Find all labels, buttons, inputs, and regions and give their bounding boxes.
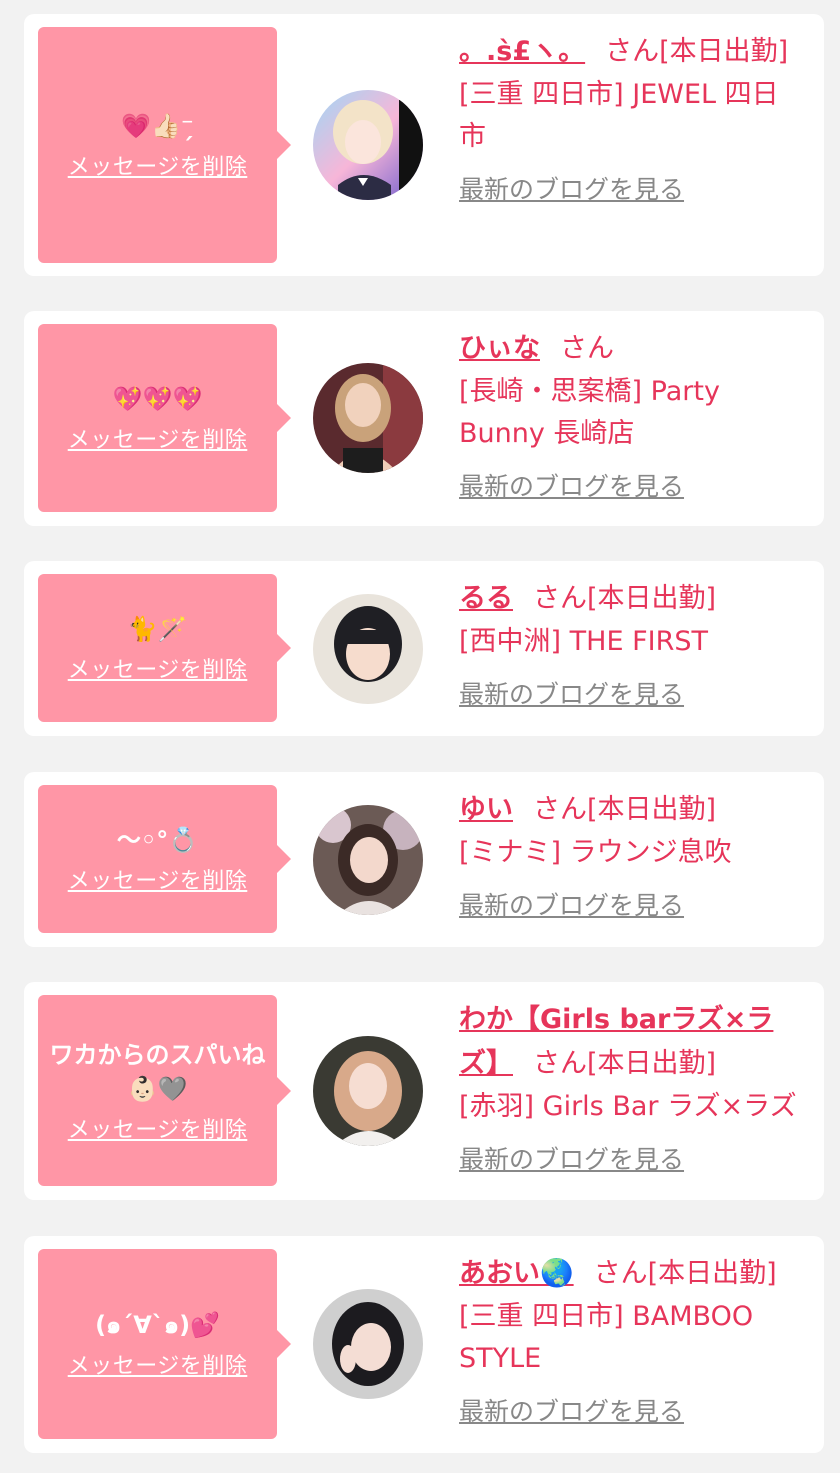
name-line: 。.ꜱ̀£ヽ。 さん[本日出勤] <box>459 30 798 74</box>
avatar[interactable] <box>313 1289 423 1399</box>
name-line: ゆい さん[本日出勤] <box>459 788 798 832</box>
delete-message-link[interactable]: メッセージを削除 <box>68 1348 248 1380</box>
honorific-status: さん[本日出勤] <box>533 794 717 825</box>
message-text: ワカからのスパいね👶🏻🩶 <box>49 1040 266 1103</box>
honorific-status: さん[本日出勤] <box>605 36 789 67</box>
delete-message-link[interactable]: メッセージを削除 <box>68 1112 248 1144</box>
latest-blog-link[interactable]: 最新のブログを見る <box>459 1392 684 1428</box>
name-line: るる さん[本日出勤] <box>459 577 798 621</box>
message-card: (๑´∀`๑)💕 メッセージを削除 あおい🌏 さん[本日出勤] [三重 四日市] … <box>24 1236 824 1453</box>
profile-info: ひぃな さん [長崎・思案橋] Party Bunny 長崎店 最新のブログを見る <box>459 327 798 503</box>
message-text: (๑´∀`๑)💕 <box>95 1311 220 1339</box>
delete-message-link[interactable]: メッセージを削除 <box>68 652 248 684</box>
message-bubble: 🐈🪄 メッセージを削除 <box>38 574 277 722</box>
latest-blog-link[interactable]: 最新のブログを見る <box>459 467 684 503</box>
profile-info: あおい🌏 さん[本日出勤] [三重 四日市] BAMBOO STYLE 最新のブロ… <box>459 1252 798 1428</box>
message-text: 💖💖💖 <box>112 385 203 413</box>
shop-info: [三重 四日市] JEWEL 四日市 <box>459 79 779 152</box>
name-line: ひぃな さん <box>459 327 798 371</box>
profile-name-link[interactable]: ゆい <box>459 794 513 825</box>
message-bubble: (๑´∀`๑)💕 メッセージを削除 <box>38 1249 277 1439</box>
message-bubble: 💖💖💖 メッセージを削除 <box>38 324 277 512</box>
avatar[interactable] <box>313 594 423 704</box>
shop-info: [赤羽] Girls Bar ラズ×ラズ <box>459 1091 797 1122</box>
latest-blog-link[interactable]: 最新のブログを見る <box>459 886 684 922</box>
profile-name-link[interactable]: あおい🌏 <box>459 1258 574 1289</box>
honorific-status: さん[本日出勤] <box>533 583 717 614</box>
delete-message-link[interactable]: メッセージを削除 <box>68 422 248 454</box>
profile-name-link[interactable]: ひぃな <box>459 333 540 364</box>
avatar[interactable] <box>313 1036 423 1146</box>
latest-blog-link[interactable]: 最新のブログを見る <box>459 1140 684 1176</box>
delete-message-link[interactable]: メッセージを削除 <box>68 863 248 895</box>
shop-info: [西中洲] THE FIRST <box>459 626 708 657</box>
profile-info: 。.ꜱ̀£ヽ。 さん[本日出勤] [三重 四日市] JEWEL 四日市 最新のブロ… <box>459 30 798 206</box>
latest-blog-link[interactable]: 最新のブログを見る <box>459 675 684 711</box>
message-text: 🐈🪄 <box>127 615 188 643</box>
avatar[interactable] <box>313 805 423 915</box>
delete-message-link[interactable]: メッセージを削除 <box>68 149 248 181</box>
honorific-status: さん[本日出勤] <box>533 1048 717 1079</box>
message-card: 🐈🪄 メッセージを削除 るる さん[本日出勤] [西中洲] THE FIRST 最… <box>24 561 824 736</box>
message-card: ワカからのスパいね👶🏻🩶 メッセージを削除 わか【Girls barラズ×ラズ】… <box>24 982 824 1200</box>
message-text: 💗👍🏻⁻̗ <box>121 112 194 140</box>
shop-info: [三重 四日市] BAMBOO STYLE <box>459 1301 754 1374</box>
honorific-status: さん[本日出勤] <box>593 1258 777 1289</box>
profile-name-link[interactable]: るる <box>459 583 513 614</box>
message-bubble: ワカからのスパいね👶🏻🩶 メッセージを削除 <box>38 995 277 1186</box>
profile-info: ゆい さん[本日出勤] [ミナミ] ラウンジ息吹 最新のブログを見る <box>459 788 798 922</box>
profile-name-link[interactable]: 。.ꜱ̀£ヽ。 <box>459 36 585 67</box>
profile-info: るる さん[本日出勤] [西中洲] THE FIRST 最新のブログを見る <box>459 577 798 711</box>
name-line: あおい🌏 さん[本日出勤] <box>459 1252 798 1296</box>
shop-info: [ミナミ] ラウンジ息吹 <box>459 837 732 868</box>
message-bubble: 〜◦°💍 メッセージを削除 <box>38 785 277 933</box>
name-line: わか【Girls barラズ×ラズ】 さん[本日出勤] <box>459 998 798 1086</box>
message-card: 💗👍🏻⁻̗ メッセージを削除 。.ꜱ̀£ヽ。 さん[本日出勤] [三重 四日市] … <box>24 14 824 276</box>
message-card: 💖💖💖 メッセージを削除 ひぃな さん [長崎・思案橋] Party Bunny … <box>24 311 824 526</box>
message-bubble: 💗👍🏻⁻̗ メッセージを削除 <box>38 27 277 263</box>
message-text: 〜◦°💍 <box>116 826 199 854</box>
message-card: 〜◦°💍 メッセージを削除 ゆい さん[本日出勤] [ミナミ] ラウンジ息吹 最新… <box>24 772 824 947</box>
avatar[interactable] <box>313 90 423 200</box>
shop-info: [長崎・思案橋] Party Bunny 長崎店 <box>459 376 720 449</box>
avatar[interactable] <box>313 363 423 473</box>
latest-blog-link[interactable]: 最新のブログを見る <box>459 170 684 206</box>
honorific-status: さん <box>560 333 614 364</box>
profile-info: わか【Girls barラズ×ラズ】 さん[本日出勤] [赤羽] Girls Ba… <box>459 998 798 1176</box>
